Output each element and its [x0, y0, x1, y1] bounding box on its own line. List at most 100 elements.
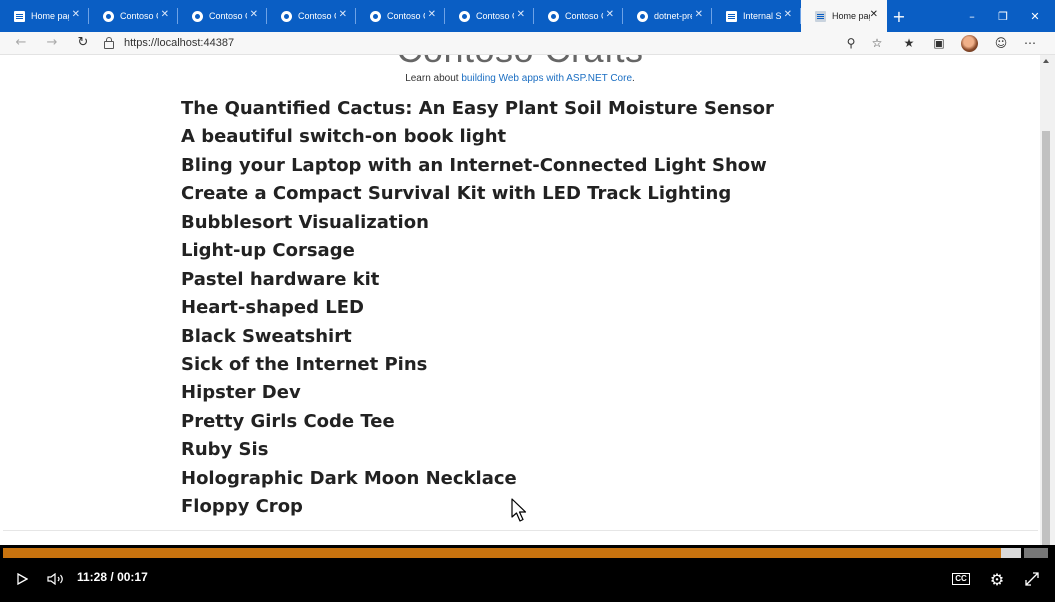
github-icon	[192, 10, 203, 22]
browser-tab[interactable]: Home page✕	[801, 0, 887, 32]
gear-icon: ⚙	[989, 569, 1005, 589]
mouse-pointer-icon	[511, 498, 527, 522]
tab-close-icon[interactable]: ✕	[784, 9, 792, 20]
tab-label: Contoso Crafts	[476, 11, 514, 21]
restore-button[interactable]: ❐	[987, 0, 1019, 32]
refresh-button[interactable]: ↻	[72, 34, 94, 52]
product-item: Hipster Dev	[181, 382, 301, 404]
video-controls: 11:28 / 00:17 CC ⚙	[0, 559, 1055, 602]
favorite-star-icon[interactable]: ☆	[866, 34, 888, 52]
learn-prefix: Learn about	[405, 73, 462, 84]
duration: 00:17	[117, 570, 148, 584]
profile-avatar[interactable]	[961, 35, 978, 52]
tab-label: Contoso Crafts	[387, 11, 425, 21]
more-options-icon[interactable]: ⋯	[1019, 34, 1041, 52]
tab-close-icon[interactable]: ✕	[695, 9, 703, 20]
scrollbar-thumb[interactable]	[1042, 131, 1050, 545]
browser-tab[interactable]: Home page✕	[0, 0, 89, 32]
product-item: Heart-shaped LED	[181, 297, 364, 319]
video-progress-fill	[3, 548, 1001, 558]
github-icon	[103, 10, 114, 22]
new-tab-button[interactable]: +	[887, 7, 911, 26]
fullscreen-button[interactable]	[1022, 569, 1042, 589]
current-time: 11:28	[77, 570, 108, 584]
tab-close-icon[interactable]: ✕	[250, 9, 258, 20]
github-icon	[548, 10, 559, 22]
product-item: Bling your Laptop with an Internet-Conne…	[181, 154, 767, 176]
browser-tab[interactable]: dotnet-presentations✕	[623, 0, 712, 32]
product-item: Holographic Dark Moon Necklace	[181, 467, 517, 489]
github-icon	[370, 10, 381, 22]
tab-close-icon[interactable]: ✕	[339, 9, 347, 20]
product-item: Black Sweatshirt	[181, 325, 352, 347]
tab-close-icon[interactable]: ✕	[161, 9, 169, 20]
tab-label: Contoso Crafts	[298, 11, 336, 21]
favorites-bar-icon[interactable]: ★	[898, 34, 920, 52]
product-list: The Quantified Cactus: An Easy Plant Soi…	[181, 97, 774, 524]
document-icon	[14, 10, 25, 22]
forward-button[interactable]: →	[41, 34, 63, 52]
url-text: https://localhost:44387	[124, 37, 235, 49]
captions-button[interactable]: CC	[950, 569, 972, 589]
browser-tab[interactable]: Contoso Crafts✕	[534, 0, 623, 32]
product-item: Pretty Girls Code Tee	[181, 410, 395, 432]
close-window-button[interactable]: ✕	[1019, 0, 1051, 32]
learn-link[interactable]: building Web apps with ASP.NET Core	[461, 73, 632, 84]
tab-label: Contoso Crafts	[565, 11, 603, 21]
product-item: Pastel hardware kit	[181, 268, 380, 290]
tab-close-icon[interactable]: ✕	[517, 9, 525, 20]
tab-label: Contoso Crafts	[120, 11, 158, 21]
tab-label: Contoso Crafts	[209, 11, 247, 21]
back-button[interactable]: ←	[10, 34, 32, 52]
document-icon	[726, 10, 737, 22]
github-icon	[281, 10, 292, 22]
feedback-smiley-icon[interactable]: ☺	[990, 34, 1012, 52]
tab-close-icon[interactable]: ✕	[870, 9, 878, 20]
address-bar: ← → ↻ https://localhost:44387 ⚲ ☆ ★ ▣ ☺ …	[0, 32, 1055, 55]
github-icon	[459, 10, 470, 22]
minimize-button[interactable]: –	[956, 0, 988, 32]
browser-tab[interactable]: Contoso Crafts✕	[356, 0, 445, 32]
play-icon	[16, 573, 28, 585]
product-item: Floppy Crop	[181, 496, 303, 518]
browser-tab[interactable]: Contoso Crafts✕	[89, 0, 178, 32]
browser-tab[interactable]: Internal Server✕	[712, 0, 801, 32]
volume-button[interactable]	[46, 569, 66, 589]
tab-label: Internal Server	[743, 11, 781, 21]
tab-close-icon[interactable]: ✕	[606, 9, 614, 20]
tab-label: Home page	[832, 11, 870, 21]
time-display: 11:28 / 00:17	[77, 570, 148, 584]
product-item: A beautiful switch-on book light	[181, 126, 507, 148]
product-item: Create a Compact Survival Kit with LED T…	[181, 183, 732, 205]
video-progress-bar[interactable]	[3, 548, 1021, 558]
play-button[interactable]	[14, 569, 30, 589]
browser-tab-strip: Home page✕Contoso Crafts✕Contoso Crafts✕…	[0, 0, 1055, 32]
zoom-icon[interactable]: ⚲	[840, 34, 862, 52]
browser-tab[interactable]: Contoso Crafts✕	[267, 0, 356, 32]
scroll-up-arrow-icon[interactable]	[1043, 59, 1049, 63]
url-field[interactable]: https://localhost:44387	[104, 34, 234, 52]
tab-list: Home page✕Contoso Crafts✕Contoso Crafts✕…	[0, 0, 887, 32]
page-title: Contoso Crafts	[0, 55, 1040, 71]
document-icon	[815, 10, 826, 22]
product-item: Bubblesort Visualization	[181, 211, 429, 233]
settings-button[interactable]: ⚙	[987, 569, 1007, 589]
time-separator: /	[110, 570, 114, 584]
expand-icon	[1025, 572, 1039, 586]
volume-icon	[47, 573, 63, 585]
tab-close-icon[interactable]: ✕	[428, 9, 436, 20]
collections-icon[interactable]: ▣	[928, 34, 950, 52]
captions-icon: CC	[952, 573, 970, 585]
browser-tab[interactable]: Contoso Crafts✕	[445, 0, 534, 32]
lock-icon	[104, 37, 114, 49]
page-viewport: Contoso Crafts Learn about building Web …	[0, 55, 1055, 545]
product-item: Light-up Corsage	[181, 240, 355, 262]
browser-tab[interactable]: Contoso Crafts✕	[178, 0, 267, 32]
product-item: The Quantified Cactus: An Easy Plant Soi…	[181, 98, 774, 119]
footer-divider	[3, 530, 1038, 531]
learn-text: Learn about building Web apps with ASP.N…	[0, 73, 1040, 84]
progress-buffer-end	[1024, 548, 1048, 558]
product-item: Sick of the Internet Pins	[181, 353, 428, 375]
product-item: Ruby Sis	[181, 439, 269, 461]
tab-close-icon[interactable]: ✕	[72, 9, 80, 20]
